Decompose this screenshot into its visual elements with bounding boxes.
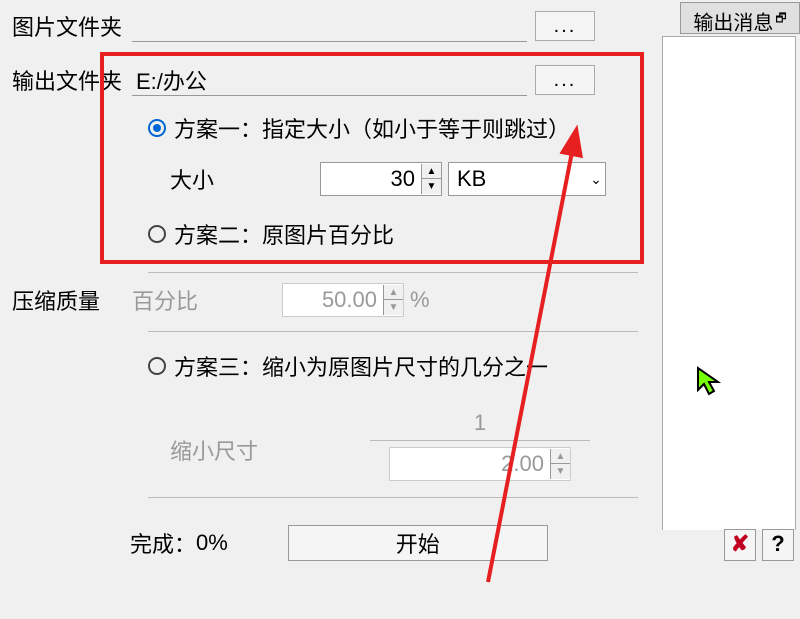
divider-3 <box>148 497 638 498</box>
fraction-spin-down: ▼ <box>551 464 570 479</box>
option-3-radio[interactable] <box>148 357 166 375</box>
size-input[interactable] <box>321 164 421 194</box>
start-button[interactable]: 开始 <box>288 525 548 561</box>
percent-spinner: ▲ ▼ <box>282 283 404 317</box>
output-folder-input[interactable] <box>132 64 527 96</box>
divider-2 <box>148 331 638 332</box>
option-3-row[interactable]: 方案三：缩小为原图片尺寸的几分之一 <box>0 338 660 394</box>
output-messages-button[interactable]: 输出消息🗗 <box>680 2 800 34</box>
percent-label: 百分比 <box>132 284 282 316</box>
option-2-row[interactable]: 方案二：原图片百分比 <box>0 202 660 262</box>
size-spinner[interactable]: ▲ ▼ <box>320 162 442 196</box>
option-2-label: 方案二：原图片百分比 <box>174 218 394 250</box>
shrink-label: 缩小尺寸 <box>170 410 370 466</box>
fraction-input <box>390 449 550 479</box>
divider-1 <box>148 272 638 273</box>
option-1-row[interactable]: 方案一：指定大小（如小于等于则跳过） <box>0 100 660 156</box>
image-folder-input[interactable] <box>132 10 527 42</box>
image-folder-label: 图片文件夹 <box>12 10 132 42</box>
percent-spin-down: ▼ <box>384 300 403 315</box>
option-3-label: 方案三：缩小为原图片尺寸的几分之一 <box>174 350 548 382</box>
quality-label: 压缩质量 <box>12 284 132 316</box>
size-unit-combo[interactable]: KB ⌄ <box>448 162 606 196</box>
fraction-numerator: 1 <box>474 410 486 436</box>
percent-input <box>283 285 383 315</box>
help-button[interactable]: ? <box>762 529 794 561</box>
size-spin-down[interactable]: ▼ <box>422 179 441 194</box>
size-unit-value: KB <box>449 166 579 192</box>
output-messages-label: 输出消息 <box>693 13 773 35</box>
size-spin-up[interactable]: ▲ <box>422 164 441 179</box>
fraction-spin-up: ▲ <box>551 449 570 464</box>
undock-icon: 🗗 <box>775 11 786 25</box>
progress-value: 0% <box>196 530 228 556</box>
main-panel: 图片文件夹 ... 输出文件夹 ... 方案一：指定大小（如小于等于则跳过） 大… <box>0 0 660 567</box>
percent-unit: % <box>410 287 430 313</box>
option-1-label: 方案一：指定大小（如小于等于则跳过） <box>174 112 570 144</box>
percent-spin-up: ▲ <box>384 285 403 300</box>
output-messages-panel <box>662 36 796 530</box>
option-2-radio[interactable] <box>148 225 166 243</box>
output-folder-browse-button[interactable]: ... <box>535 65 595 95</box>
footer-row: 完成： 0% 开始 <box>0 525 660 561</box>
chevron-down-icon[interactable]: ⌄ <box>579 171 605 188</box>
option-1-radio[interactable] <box>148 119 166 137</box>
image-folder-browse-button[interactable]: ... <box>535 11 595 41</box>
output-folder-label: 输出文件夹 <box>12 64 132 96</box>
fraction-spinner: ▲ ▼ <box>389 447 571 481</box>
progress-label: 完成： <box>130 527 196 559</box>
size-label: 大小 <box>170 163 320 195</box>
corner-buttons: ✘ ? <box>724 529 794 561</box>
close-button[interactable]: ✘ <box>724 529 756 561</box>
